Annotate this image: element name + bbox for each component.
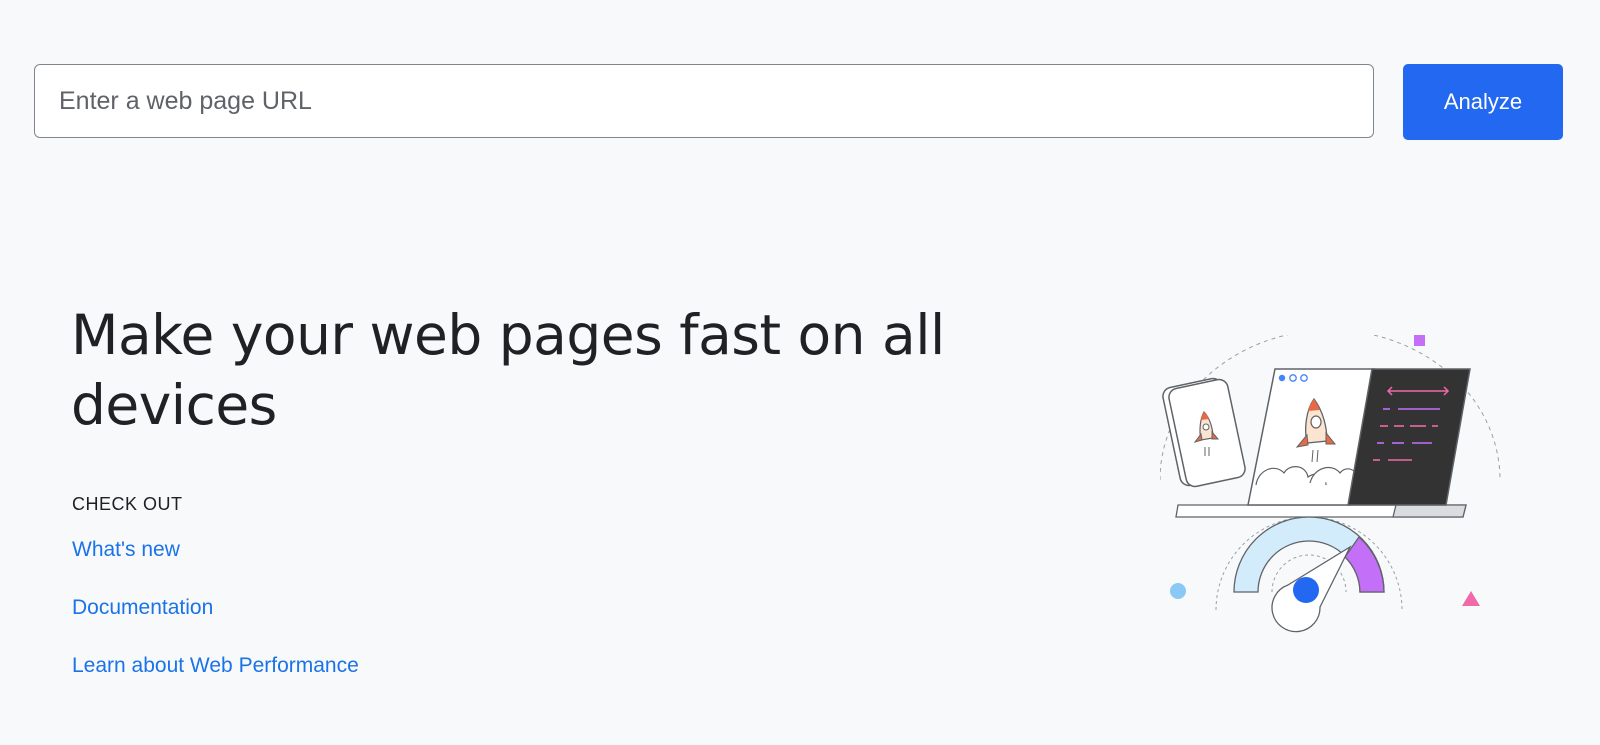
- whats-new-link[interactable]: What's new: [72, 538, 180, 561]
- check-out-heading: CHECK OUT: [72, 494, 183, 514]
- speed-gauge-icon: [1215, 516, 1403, 633]
- check-out-links: What's new Documentation Learn about Web…: [72, 538, 359, 712]
- page-title: Make your web pages fast on all devices: [71, 303, 945, 437]
- url-input[interactable]: [34, 64, 1374, 138]
- pagespeed-page: Analyze Make your web pages fast on all …: [0, 0, 1600, 745]
- analyze-button[interactable]: Analyze: [1403, 64, 1563, 140]
- documentation-link[interactable]: Documentation: [72, 596, 213, 619]
- learn-web-performance-link[interactable]: Learn about Web Performance: [72, 654, 359, 677]
- list-item: Learn about Web Performance: [72, 654, 359, 712]
- phone-icon: [1162, 377, 1246, 488]
- speed-illustration-icon: [1160, 335, 1501, 633]
- list-item: Documentation: [72, 596, 359, 654]
- list-item: What's new: [72, 538, 359, 596]
